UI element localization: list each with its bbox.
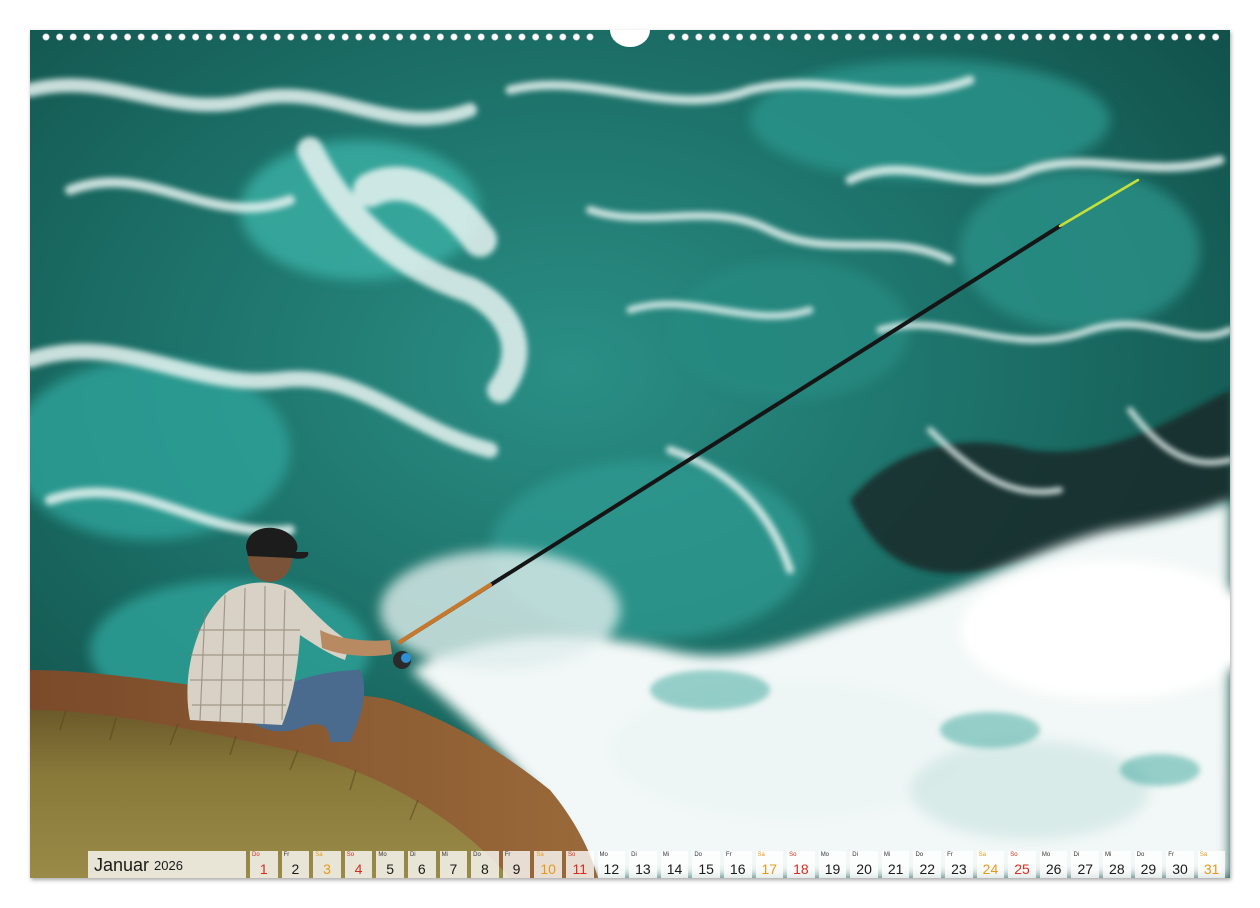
day-number: 31	[1203, 861, 1220, 877]
day-of-week: Di	[852, 852, 858, 858]
calendar-day: Fr 23	[945, 851, 973, 878]
day-of-week: Mo	[599, 852, 608, 858]
calendar-day: So 25	[1008, 851, 1036, 878]
day-number: 18	[793, 861, 809, 877]
calendar-day: Do 8	[471, 851, 499, 878]
calendar-day: Mo 5	[376, 851, 404, 878]
day-of-week: Fr	[947, 852, 953, 858]
day-of-week: So	[346, 852, 355, 858]
day-of-week: Fr	[1168, 852, 1174, 858]
calendar-day: Mi 14	[660, 851, 689, 878]
day-number: 7	[449, 861, 458, 877]
calendar-page: Januar 2026 Do 1 Fr 2 Sa 3 So 4 Mo 5 Di 6 Mi 7 Do 8 Fr 9 S…	[30, 30, 1230, 878]
day-number: 13	[635, 861, 651, 877]
calendar-day: Mo 12	[597, 851, 626, 878]
day-number: 10	[540, 861, 556, 877]
day-of-week: Do	[252, 852, 260, 858]
calendar-day: So 4	[344, 851, 373, 878]
calendar-day: Sa 3	[313, 851, 341, 878]
day-of-week: Do	[694, 852, 702, 858]
calendar-day: Mo 26	[1039, 851, 1068, 878]
calendar-day: Sa 24	[976, 851, 1005, 878]
calendar-day: So 11	[565, 851, 594, 878]
day-of-week: Fr	[725, 852, 732, 858]
day-number: 29	[1140, 861, 1157, 877]
day-of-week: Do	[1136, 852, 1145, 858]
day-number: 12	[603, 861, 620, 877]
day-number: 21	[887, 861, 904, 877]
day-number: 30	[1172, 861, 1188, 877]
calendar-day: So 18	[787, 851, 815, 878]
day-of-week: Mi	[662, 852, 670, 858]
calendar-day: Do 15	[692, 851, 720, 878]
calendar-day: Mi 28	[1103, 851, 1131, 878]
calendar-day: Sa 10	[534, 851, 562, 878]
day-of-week: Sa	[978, 852, 986, 858]
day-of-week: Do	[915, 852, 924, 858]
calendar-day: Di 27	[1071, 851, 1100, 878]
day-of-week: Fr	[283, 852, 290, 858]
day-of-week: Mo	[1041, 852, 1051, 858]
day-number: 14	[666, 861, 683, 877]
calendar-day: Sa 31	[1197, 851, 1226, 878]
day-of-week: Di	[1073, 852, 1080, 858]
day-number: 24	[982, 861, 999, 877]
day-number: 19	[824, 861, 841, 877]
calendar-day: Di 20	[850, 851, 878, 878]
day-of-week: Do	[473, 852, 481, 858]
calendar-day: Do 22	[913, 851, 942, 878]
day-number: 25	[1014, 861, 1030, 877]
day-of-week: Sa	[1199, 852, 1208, 858]
calendar-day: Mi 21	[881, 851, 910, 878]
day-number: 9	[512, 861, 521, 877]
month-name: Januar	[94, 855, 150, 875]
day-number: 8	[481, 861, 489, 877]
day-of-week: Mo	[378, 852, 387, 858]
calendar-day: Do 1	[250, 851, 278, 878]
day-of-week: So	[789, 852, 797, 858]
day-number: 17	[761, 861, 778, 877]
day-number: 16	[729, 861, 746, 877]
day-of-week: Di	[409, 852, 416, 858]
day-number: 5	[386, 861, 395, 877]
day-number: 23	[951, 861, 967, 877]
day-of-week: Sa	[536, 852, 544, 858]
day-of-week: So	[1010, 852, 1018, 858]
calendar-day: Do 29	[1134, 851, 1163, 878]
day-of-week: Mo	[820, 852, 830, 858]
day-of-week: Di	[631, 852, 637, 858]
calendar-day: Fr 9	[502, 851, 531, 878]
calendar-day: Di 13	[629, 851, 657, 878]
calendar-day: Fr 16	[723, 851, 752, 878]
month-label: Januar 2026	[88, 851, 246, 878]
day-number: 2	[291, 861, 300, 877]
day-number: 11	[572, 861, 587, 877]
day-number: 1	[259, 861, 268, 877]
day-number: 28	[1109, 861, 1125, 877]
calendar-day: Fr 30	[1166, 851, 1194, 878]
day-number: 4	[354, 861, 363, 877]
day-of-week: Sa	[315, 852, 323, 858]
calendar-day: Di 6	[407, 851, 436, 878]
day-number: 3	[323, 861, 331, 877]
day-of-week: Mi	[883, 852, 891, 858]
day-number: 27	[1077, 861, 1094, 877]
day-of-week: Mi	[1105, 852, 1112, 858]
calendar-day: Fr 2	[281, 851, 310, 878]
calendar-day: Mi 7	[439, 851, 468, 878]
day-of-week: So	[567, 852, 576, 858]
day-number: 20	[856, 861, 872, 877]
day-number: 22	[919, 861, 936, 877]
day-of-week: Fr	[504, 852, 511, 858]
calendar-day: Mo 19	[818, 851, 847, 878]
calendar-strip: Januar 2026 Do 1 Fr 2 Sa 3 So 4 Mo 5 Di 6 Mi 7 Do 8 Fr 9 S…	[88, 851, 1230, 878]
fisherman-photo	[30, 30, 1230, 878]
day-number: 6	[417, 861, 426, 877]
day-number: 26	[1045, 861, 1062, 877]
calendar-day: Sa 17	[755, 851, 784, 878]
month-year: 2026	[154, 858, 183, 873]
day-of-week: Mi	[441, 852, 448, 858]
day-of-week: Sa	[757, 852, 765, 858]
day-number: 15	[698, 861, 714, 877]
